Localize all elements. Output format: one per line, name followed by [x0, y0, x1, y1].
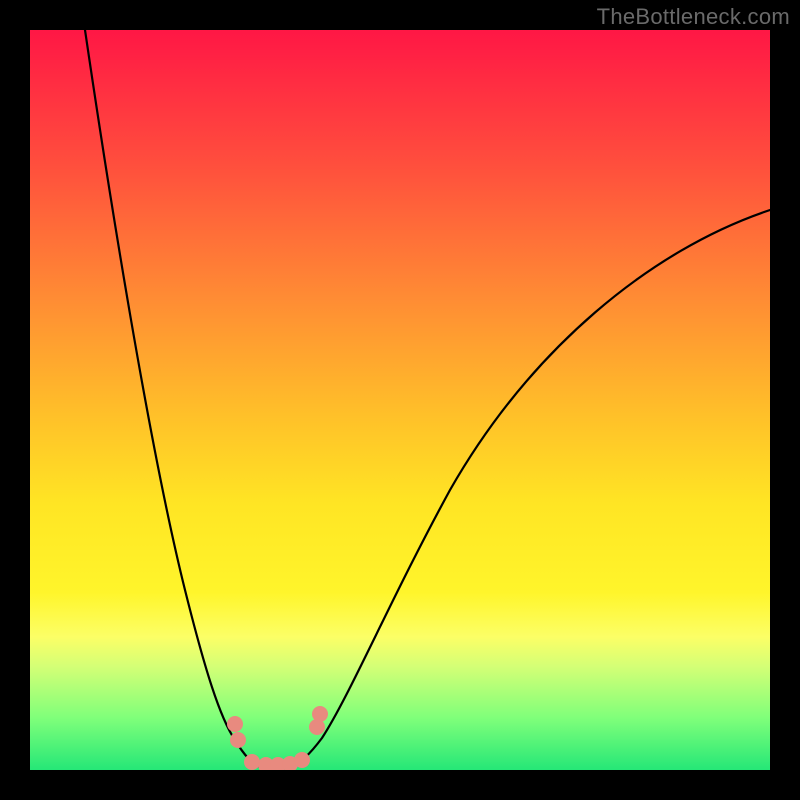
data-marker: [244, 754, 260, 770]
right-curve: [288, 210, 770, 768]
plot-area: [30, 30, 770, 770]
watermark-text: TheBottleneck.com: [597, 4, 790, 30]
chart-container: TheBottleneck.com: [0, 0, 800, 800]
curves-svg: [30, 30, 770, 770]
left-curve: [85, 30, 262, 768]
data-marker: [312, 706, 328, 722]
data-marker: [230, 732, 246, 748]
data-marker: [227, 716, 243, 732]
data-marker: [294, 752, 310, 768]
